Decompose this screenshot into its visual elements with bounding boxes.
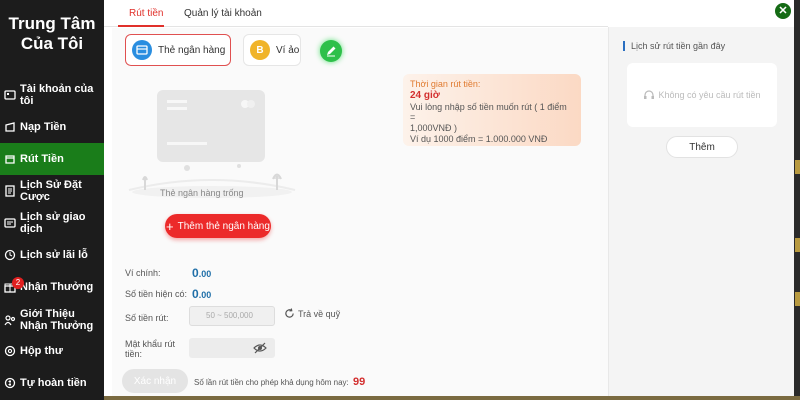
balance-value: 0.00 [192,287,211,301]
sidebar-item-referral[interactable]: Giới Thiệu Nhận Thưởng [0,303,104,337]
password-label-line2: tiền: [125,349,143,359]
headset-icon [644,90,655,99]
deposit-icon [4,121,16,133]
gift-icon: 2 [4,277,24,293]
balance-int: 0 [192,287,199,301]
history-empty-box: Không có yêu cầu rút tiền [627,63,777,127]
sidebar-item-label: Lịch sử lãi lỗ [20,249,88,261]
bank-card-method-label: Thẻ ngân hàng [158,44,226,56]
sidebar-item-bet-history[interactable]: Lịch Sử Đặt Cược [0,175,104,207]
add-bank-card-label: Thêm thẻ ngân hàng [177,220,270,232]
notification-badge: 2 [12,277,24,289]
eye-slash-icon[interactable] [253,342,267,354]
withdraw-form-area: Thẻ ngân hàng B Ví ảo Thẻ ngân hàng trốn… [112,28,615,396]
history-title: Lịch sử rút tiền gần đây [623,41,725,51]
sidebar-item-mailbox[interactable]: Hộp thư [0,335,104,367]
password-label: Mật khẩu rút tiền: [125,339,175,359]
main-wallet-int: 0 [192,266,199,280]
sidebar-item-account[interactable]: Tài khoản của tôi [0,79,104,111]
sidebar-item-label: Lịch Sử Đặt Cược [20,179,82,203]
profit-loss-icon [4,249,16,261]
amount-label: Số tiền rút: [125,313,169,323]
sidebar-title: Trung Tâm Của Tôi [0,14,104,54]
tab-bar: Rút tiền Quản lý tài khoản [104,0,608,27]
sidebar-item-profit-loss[interactable]: Lịch sử lãi lỗ [0,239,104,271]
balance-label: Số tiền hiện có: [125,289,188,299]
background-bottom-edge [104,396,800,400]
history-column: Lịch sử rút tiền gần đây Không có yêu cầ… [608,27,794,396]
sidebar-item-label: Rút Tiền [20,153,64,165]
bitcoin-icon: B [250,40,270,60]
balance-dec: .00 [198,290,212,300]
notice-line-3: Ví dụ 1000 điểm = 1.000.000 VNĐ [410,134,548,144]
background-edge [794,0,800,400]
amount-input[interactable]: 50 ~ 500,000 [189,306,275,326]
more-button[interactable]: Thêm [666,136,738,158]
refund-label: Trả về quỹ [298,308,341,319]
empty-card-illustration [128,90,296,198]
sidebar-item-rewards[interactable]: 2 Nhận Thưởng [0,271,104,303]
transaction-icon [4,217,16,229]
bank-card-method[interactable]: Thẻ ngân hàng [125,34,231,66]
main-wallet-dec: .00 [198,269,212,279]
bet-history-icon [4,185,16,197]
cashback-icon [4,377,16,389]
sidebar-item-label: Nạp Tiền [20,121,67,133]
tab-account-management[interactable]: Quản lý tài khoản [184,8,262,19]
edit-icon[interactable] [320,40,342,62]
confirm-button[interactable]: Xác nhận [122,369,188,393]
sidebar-item-label: Tài khoản của tôi [20,83,94,107]
withdraw-time-notice: Thời gian rút tiền: 24 giờ Vui lòng nhập… [403,74,581,146]
withdraw-limit-value: 99 [353,376,366,388]
sidebar-item-withdraw[interactable]: Rút Tiền [0,143,104,175]
notice-line-1: Vui lòng nhập số tiền muốn rút ( 1 điểm … [410,102,567,122]
withdraw-icon [4,153,16,165]
bank-card-icon [132,40,152,60]
background-decoration [795,160,800,174]
withdraw-limit-text: Số lần rút tiền cho phép khả dụng hôm na… [194,378,349,387]
background-decoration [795,292,800,306]
history-empty-text: Không có yêu cầu rút tiền [658,90,761,100]
sidebar-item-cashback[interactable]: Tự hoàn tiền [0,367,104,399]
notice-line-2: 1,000VNĐ ) [410,123,458,133]
sidebar-item-transactions[interactable]: Lịch sử giao dịch [0,207,104,239]
empty-bank-card-text: Thẻ ngân hàng trống [160,188,244,198]
sidebar-item-label: Giới Thiệu Nhận Thưởng [20,308,94,332]
background-decoration [795,238,800,252]
password-label-line1: Mật khẩu rút [125,339,176,349]
virtual-wallet-method[interactable]: B Ví ảo [243,34,301,66]
referral-icon [4,314,16,326]
withdraw-password-input[interactable] [189,338,275,358]
virtual-wallet-label: Ví ảo [276,44,300,56]
sidebar: Trung Tâm Của Tôi Tài khoản của tôi Nạp … [0,0,104,400]
notice-title: Thời gian rút tiền: [410,79,481,89]
refresh-icon [285,308,294,318]
close-icon[interactable]: ✕ [775,3,791,19]
mail-icon [4,345,16,357]
withdraw-panel: Rút tiền Quản lý tài khoản Thẻ ngân hàng… [104,0,794,396]
sidebar-item-label: Tự hoàn tiền [20,377,87,389]
main-wallet-value: 0.00 [192,266,211,280]
sidebar-title-line2: Của Tôi [20,34,84,53]
sidebar-item-label: Hộp thư [20,345,63,357]
active-tab-indicator [118,25,164,27]
add-bank-card-button[interactable]: + Thêm thẻ ngân hàng [165,214,271,238]
withdraw-limit: Số lần rút tiền cho phép khả dụng hôm na… [194,376,365,388]
sidebar-title-line1: Trung Tâm [8,14,96,33]
refund-link[interactable]: Trả về quỹ [284,308,340,319]
user-card-icon [4,89,16,101]
main-wallet-label: Ví chính: [125,268,161,278]
sidebar-item-deposit[interactable]: Nạp Tiền [0,111,104,143]
sidebar-item-label: Lịch sử giao dịch [20,211,86,235]
plus-icon: + [166,218,174,234]
notice-hours: 24 giờ [410,90,440,101]
tab-withdraw[interactable]: Rút tiền [129,8,163,19]
sidebar-item-label: Nhận Thưởng [20,281,94,293]
